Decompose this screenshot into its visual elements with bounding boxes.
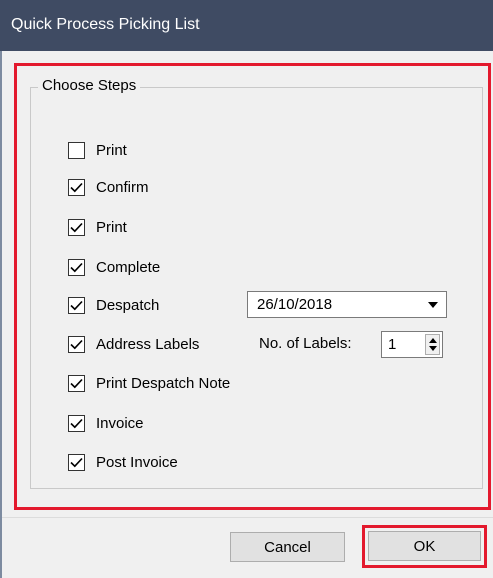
checkmark-icon bbox=[70, 182, 83, 192]
checkbox[interactable] bbox=[68, 335, 85, 353]
despatch-date-picker[interactable]: 26/10/2018 bbox=[247, 291, 447, 318]
window-left-edge bbox=[0, 51, 2, 578]
arrow-down-icon[interactable] bbox=[429, 346, 437, 351]
labels-count-value[interactable]: 1 bbox=[388, 336, 396, 353]
step-label: Post Invoice bbox=[96, 453, 178, 471]
step-post-invoice[interactable]: Post Invoice bbox=[68, 451, 178, 473]
checkmark-icon bbox=[70, 378, 83, 388]
step-confirm[interactable]: Confirm bbox=[68, 176, 149, 198]
checkbox[interactable] bbox=[68, 218, 85, 236]
step-invoice[interactable]: Invoice bbox=[68, 412, 144, 434]
labels-count-caption: No. of Labels: bbox=[259, 335, 352, 352]
checkbox[interactable] bbox=[68, 453, 85, 471]
step-label: Print bbox=[96, 218, 127, 236]
step-label: Complete bbox=[96, 258, 161, 276]
step-despatch[interactable]: Despatch bbox=[68, 294, 159, 316]
step-label: Print Despatch Note bbox=[96, 374, 231, 392]
stepper-buttons[interactable] bbox=[425, 334, 440, 355]
step-label: Invoice bbox=[96, 414, 144, 432]
window-title: Quick Process Picking List bbox=[11, 16, 200, 33]
arrow-up-icon[interactable] bbox=[429, 338, 437, 343]
checkbox[interactable] bbox=[68, 141, 85, 159]
step-label: Address Labels bbox=[96, 335, 200, 353]
checkbox[interactable] bbox=[68, 374, 85, 392]
checkmark-icon bbox=[70, 418, 83, 428]
step-print-despatch-note[interactable]: Print Despatch Note bbox=[68, 372, 230, 394]
step-address-labels[interactable]: Address Labels bbox=[68, 333, 199, 355]
checkbox[interactable] bbox=[68, 258, 85, 276]
cancel-button[interactable]: Cancel bbox=[230, 532, 345, 562]
checkbox[interactable] bbox=[68, 414, 85, 432]
step-label: Print bbox=[96, 141, 127, 159]
step-complete[interactable]: Complete bbox=[68, 256, 160, 278]
chevron-down-icon[interactable] bbox=[428, 302, 438, 308]
labels-count-stepper[interactable]: 1 bbox=[381, 331, 443, 358]
step-label: Despatch bbox=[96, 296, 160, 314]
ok-highlight-frame bbox=[362, 525, 487, 568]
step-print-1[interactable]: Print bbox=[68, 139, 127, 161]
checkbox[interactable] bbox=[68, 296, 85, 314]
step-label: Confirm bbox=[96, 178, 149, 196]
checkbox[interactable] bbox=[68, 178, 85, 196]
checkmark-icon bbox=[70, 222, 83, 232]
title-bar: Quick Process Picking List bbox=[0, 0, 493, 51]
checkmark-icon bbox=[70, 457, 83, 467]
step-print-2[interactable]: Print bbox=[68, 216, 127, 238]
checkmark-icon bbox=[70, 339, 83, 349]
footer-divider bbox=[2, 517, 493, 518]
checkmark-icon bbox=[70, 262, 83, 272]
despatch-date-value: 26/10/2018 bbox=[257, 296, 333, 313]
checkmark-icon bbox=[70, 300, 83, 310]
groupbox-legend: Choose Steps bbox=[38, 77, 141, 94]
